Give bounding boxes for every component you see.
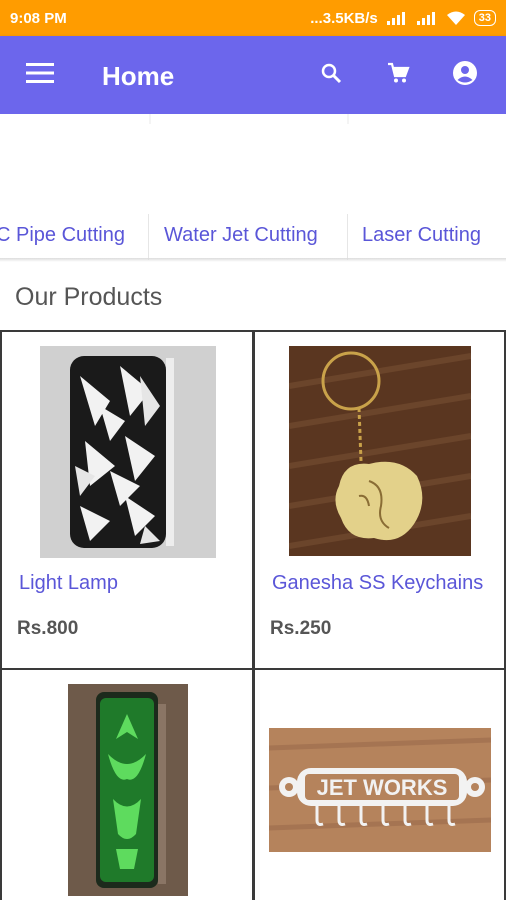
category-tab-water-jet-cutting[interactable]: Water Jet Cutting	[164, 210, 318, 260]
signal-icon	[386, 11, 408, 25]
product-price: Rs.800	[17, 618, 79, 639]
search-button[interactable]	[297, 36, 364, 114]
wifi-icon	[446, 11, 466, 26]
product-name: Ganesha SS Keychains	[272, 572, 484, 594]
category-strip: C Pipe Cutting Water Jet Cutting Laser C…	[0, 114, 506, 260]
page-title: Home	[102, 61, 175, 91]
category-label: Laser Cutting	[362, 223, 481, 246]
product-image	[288, 346, 472, 556]
product-card-ganesha-keychains[interactable]: Ganesha SS Keychains Rs.250	[253, 330, 506, 670]
product-name: Light Lamp	[19, 572, 118, 594]
menu-icon	[26, 62, 54, 89]
divider	[347, 214, 348, 260]
category-tab-laser-cutting[interactable]: Laser Cutting	[362, 210, 481, 260]
status-indicators: ...3.5KB/s 33	[310, 10, 496, 27]
status-time: 9:08 PM	[10, 9, 67, 27]
section-title: Our Products	[15, 283, 163, 311]
network-speed: ...3.5KB/s	[310, 9, 378, 27]
product-image	[40, 346, 216, 558]
menu-button[interactable]	[0, 36, 80, 114]
product-card-light-lamp[interactable]: Light Lamp Rs.800	[0, 330, 254, 670]
product-card[interactable]: JET WORKS	[253, 668, 506, 900]
product-image	[68, 684, 188, 896]
status-bar: 9:08 PM ...3.5KB/s 33	[0, 0, 506, 36]
app-bar: Home	[0, 36, 506, 114]
category-tab-pipe-cutting[interactable]: C Pipe Cutting	[0, 210, 125, 260]
product-price: Rs.250	[270, 618, 332, 639]
battery-icon: 33	[473, 10, 496, 26]
divider	[0, 258, 506, 262]
app-bar-actions	[297, 36, 498, 114]
product-image: JET WORKS	[268, 728, 492, 852]
signal-icon-2	[416, 11, 438, 25]
category-label: C Pipe Cutting	[0, 223, 125, 246]
account-button[interactable]	[431, 36, 498, 114]
product-grid: Light Lamp Rs.800 Ganesha SS Keychains R…	[0, 330, 506, 900]
cart-button[interactable]	[364, 36, 431, 114]
divider	[148, 214, 149, 260]
product-card[interactable]	[0, 668, 254, 900]
cart-icon	[386, 61, 410, 90]
account-icon	[452, 60, 478, 91]
key-holder-sign-text: JET WORKS	[317, 775, 448, 800]
category-label: Water Jet Cutting	[164, 223, 318, 246]
search-icon	[320, 62, 342, 89]
